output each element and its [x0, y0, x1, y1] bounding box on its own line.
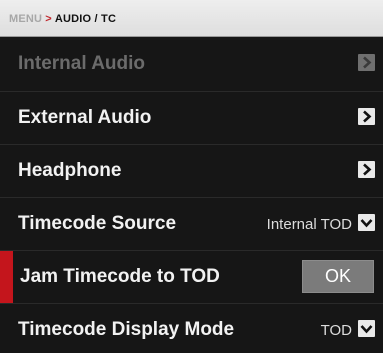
- menu-item-label: Timecode Display Mode: [18, 319, 235, 340]
- menu-item-timecode-source[interactable]: Timecode Source Internal TOD: [0, 197, 383, 250]
- breadcrumb-current: AUDIO / TC: [54, 13, 117, 25]
- menu-item-internal-audio[interactable]: Internal Audio: [0, 38, 383, 91]
- chevron-right-icon[interactable]: [358, 54, 375, 71]
- ok-button[interactable]: OK: [302, 260, 374, 293]
- chevron-down-icon[interactable]: [358, 214, 375, 231]
- audio-tc-menu-screen: MENU > AUDIO / TC Internal Audio External …: [0, 0, 383, 353]
- breadcrumb-separator: >: [45, 13, 52, 25]
- menu-item-label: Timecode Source: [18, 213, 177, 234]
- selection-marker: [0, 251, 13, 303]
- chevron-right-icon[interactable]: [358, 108, 375, 125]
- menu-item-label: External Audio: [18, 107, 152, 128]
- menu-item-jam-timecode[interactable]: Jam Timecode to TOD OK: [0, 250, 383, 303]
- breadcrumb-bar: MENU > AUDIO / TC: [0, 0, 383, 37]
- breadcrumb: MENU > AUDIO / TC: [9, 13, 116, 25]
- timecode-source-value[interactable]: Internal TOD: [267, 216, 352, 233]
- breadcrumb-root[interactable]: MENU: [9, 13, 42, 25]
- menu-item-external-audio[interactable]: External Audio: [0, 91, 383, 144]
- menu-list: Internal Audio External Audio Headphone …: [0, 38, 383, 353]
- menu-item-label: Headphone: [18, 160, 122, 181]
- menu-item-timecode-display-mode[interactable]: Timecode Display Mode TOD: [0, 303, 383, 353]
- menu-item-label: Internal Audio: [18, 53, 146, 74]
- chevron-right-icon[interactable]: [358, 161, 375, 178]
- chevron-down-icon[interactable]: [358, 320, 375, 337]
- timecode-display-mode-value[interactable]: TOD: [321, 322, 352, 339]
- menu-item-headphone[interactable]: Headphone: [0, 144, 383, 197]
- menu-item-label: Jam Timecode to TOD: [20, 266, 220, 287]
